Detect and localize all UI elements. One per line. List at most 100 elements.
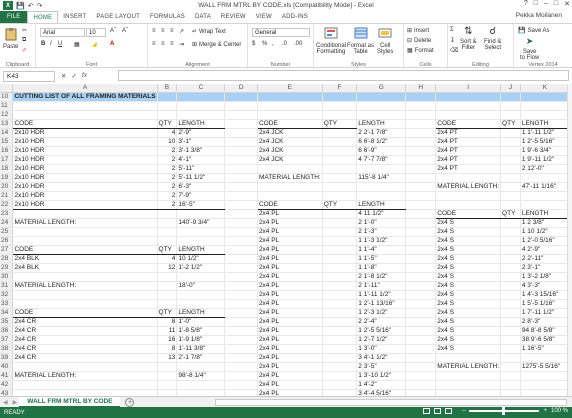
cell-j12[interactable] — [500, 110, 521, 120]
cell-j22[interactable] — [500, 200, 521, 210]
cell-c21[interactable]: 7'-9" — [176, 191, 226, 201]
save-as-button[interactable]: 💾 Save As — [518, 27, 550, 35]
cell-b20[interactable]: 2 — [157, 182, 178, 192]
cell-e29[interactable]: 2x4 PL — [257, 263, 323, 273]
cell-i16[interactable]: 2x4 PT — [435, 146, 502, 156]
column-header-f[interactable]: F — [322, 84, 358, 93]
cell-e34[interactable]: 2x4 PL — [257, 308, 323, 318]
save-to-flow-button[interactable]: ➤ Save to Flow — [520, 36, 539, 61]
cell-f15[interactable] — [322, 137, 358, 147]
fill-color-icon[interactable]: ◢ — [92, 41, 97, 48]
cell-i28[interactable]: 2x4 S — [435, 254, 502, 264]
sort-filter-button[interactable]: ⇅ Sort & Filter — [460, 26, 477, 51]
row-number[interactable]: 38 — [0, 344, 14, 354]
cell-g34[interactable]: 1 2'-3 1/2" — [356, 308, 407, 318]
cell-e27[interactable]: 2x4 PL — [257, 245, 323, 255]
cell-k38[interactable]: 1 16'-5" — [520, 344, 570, 354]
align-right-icon[interactable]: ≡ — [170, 41, 174, 47]
tab-page-layout[interactable]: PAGE LAYOUT — [91, 11, 145, 23]
zoom-in-icon[interactable]: + — [543, 408, 547, 414]
cell-d37[interactable] — [224, 335, 258, 345]
help-icon[interactable]: ? — [524, 0, 528, 8]
row-number[interactable]: 18 — [0, 164, 14, 174]
cell-j42[interactable] — [500, 380, 521, 390]
cell-k42[interactable] — [520, 380, 570, 390]
cell-b35[interactable]: 8 — [157, 317, 178, 327]
clear-icon[interactable]: ⌫ — [450, 47, 458, 54]
cell-c23[interactable] — [176, 209, 226, 219]
tab-file[interactable]: FILE — [0, 11, 28, 23]
tab-review[interactable]: REVIEW — [216, 11, 251, 23]
cell-d21[interactable] — [224, 191, 258, 201]
cell-c38[interactable]: 1'-11 3/8" — [176, 344, 226, 354]
cell-i19[interactable] — [435, 173, 502, 183]
cell-styles-button[interactable]: Cell Styles — [377, 26, 393, 55]
cell-h27[interactable] — [405, 245, 437, 255]
cell-g39[interactable]: 3 4'-1 1/2" — [356, 353, 407, 363]
cell-d15[interactable] — [224, 137, 258, 147]
cell-i12[interactable] — [435, 110, 502, 120]
cell-k12[interactable] — [520, 110, 570, 120]
cell-f29[interactable] — [322, 263, 358, 273]
cell-c28[interactable]: 10 1/2" — [176, 254, 226, 264]
worksheet-grid[interactable]: ABCDEFGHIJK 10 CUTTING LIST OF ALL FRAMIN… — [0, 84, 570, 396]
column-header-h[interactable]: H — [405, 84, 437, 93]
cell-b14[interactable]: 4 — [157, 128, 178, 138]
cell-k18[interactable]: 2 12'-0" — [520, 164, 570, 174]
cell-e19[interactable]: MATERIAL LENGTH: — [257, 173, 323, 183]
cell-k32[interactable]: 1 4'-3 15/16" — [520, 290, 570, 300]
cell-f41[interactable] — [322, 371, 358, 381]
cell-g27[interactable]: 1 1'-4" — [356, 245, 407, 255]
cell-a40[interactable] — [12, 362, 158, 372]
cell-i20[interactable]: MATERIAL LENGTH: — [435, 182, 502, 192]
cell-h32[interactable] — [405, 290, 437, 300]
cell-e25[interactable]: 2x4 PL — [257, 227, 323, 237]
cell-h24[interactable] — [405, 218, 437, 228]
cell-k33[interactable]: 1 5'-5 1/16" — [520, 299, 570, 309]
cell-f28[interactable] — [322, 254, 358, 264]
cell-i41[interactable] — [435, 371, 502, 381]
cell-a19[interactable]: 2x10 HDR — [12, 173, 158, 183]
cell-i34[interactable]: 2x4 S — [435, 308, 502, 318]
cell-e31[interactable]: 2x4 PL — [257, 281, 323, 291]
cell-k36[interactable]: 94 8'-8 5/8" — [520, 326, 570, 336]
cell-j11[interactable] — [500, 101, 521, 111]
row-number[interactable]: 23 — [0, 209, 14, 219]
cell-k20[interactable]: 47'-11 1/16" — [520, 182, 570, 192]
cell-d25[interactable] — [224, 227, 258, 237]
cell-f12[interactable] — [322, 110, 358, 120]
align-top-icon[interactable]: ≡ — [152, 28, 156, 34]
cell-j18[interactable] — [500, 164, 521, 174]
cell-f13[interactable]: QTY — [322, 119, 358, 129]
cell-a34[interactable]: CODE — [12, 308, 158, 318]
tab-formulas[interactable]: FORMULAS — [145, 11, 190, 23]
cell-f18[interactable] — [322, 164, 358, 174]
row-number[interactable]: 16 — [0, 146, 14, 156]
cell-a32[interactable] — [12, 290, 158, 300]
format-as-table-button[interactable]: Format as Table — [347, 26, 374, 55]
cell-k16[interactable]: 1 9'-6 3/4" — [520, 146, 570, 156]
name-box[interactable]: K43 — [3, 70, 55, 82]
grow-font-icon[interactable]: Aˆ — [110, 28, 116, 34]
cell-i37[interactable]: 2x4 S — [435, 335, 502, 345]
cell-g11[interactable] — [356, 101, 407, 111]
cell-h40[interactable] — [405, 362, 437, 372]
cell-g36[interactable]: 1 2'-5 5/16" — [356, 326, 407, 336]
cell-j15[interactable] — [500, 137, 521, 147]
cell-e22[interactable]: CODE — [257, 200, 323, 210]
cell-h12[interactable] — [405, 110, 437, 120]
cut-icon[interactable]: ✂ — [22, 27, 27, 34]
cell-g10[interactable] — [356, 92, 407, 102]
cell-k40[interactable]: 1275'-5 5/16" — [520, 362, 570, 372]
cell-b38[interactable]: 8 — [157, 344, 178, 354]
cell-a10[interactable]: CUTTING LIST OF ALL FRAMING MATERIALS — [12, 92, 158, 102]
cell-c15[interactable]: 3'-1" — [176, 137, 226, 147]
cell-i23[interactable]: CODE — [435, 209, 502, 219]
cell-a17[interactable]: 2x10 HDR — [12, 155, 158, 165]
cell-a41[interactable]: MATERIAL LENGTH: — [12, 371, 158, 381]
align-bottom-icon[interactable]: ≡ — [170, 28, 174, 34]
align-left-icon[interactable]: ≡ — [152, 41, 156, 47]
copy-icon[interactable]: ⧉ — [22, 37, 26, 44]
cell-e24[interactable]: 2x4 PL — [257, 218, 323, 228]
cell-b37[interactable]: 16 — [157, 335, 178, 345]
